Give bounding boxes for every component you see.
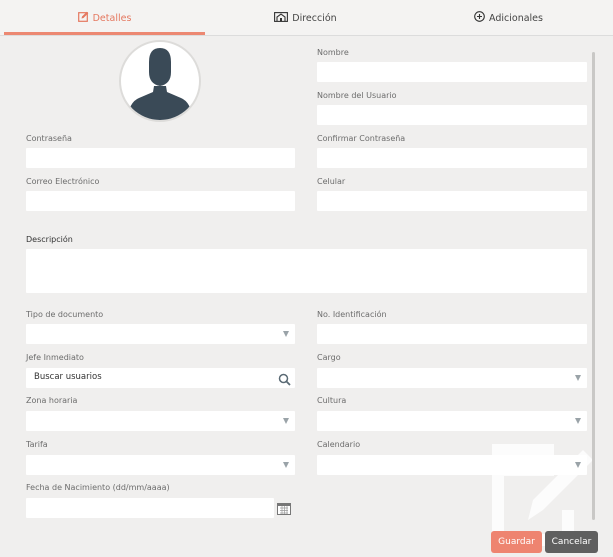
zona-horaria-label: Zona horaria <box>26 396 78 405</box>
descripcion-textarea[interactable] <box>26 249 587 293</box>
chevron-down-icon <box>575 462 581 468</box>
correo-label: Correo Electrónico <box>26 177 100 186</box>
confirmar-contrasena-input[interactable] <box>317 148 587 168</box>
tipo-documento-select[interactable] <box>26 324 295 344</box>
no-identificacion-input[interactable] <box>317 324 587 344</box>
contrasena-label: Contraseña <box>26 134 72 143</box>
tipo-documento-label: Tipo de documento <box>26 310 104 319</box>
descripcion-label: Descripción <box>26 235 73 244</box>
tab-detalles-label: Detalles <box>92 12 132 24</box>
edit-icon <box>77 11 89 25</box>
tarifa-label: Tarifa <box>26 440 48 449</box>
avatar[interactable] <box>119 40 201 122</box>
cultura-select[interactable] <box>317 411 587 431</box>
chevron-down-icon <box>283 418 289 424</box>
calendario-label: Calendario <box>317 440 361 449</box>
no-identificacion-label: No. Identificación <box>317 310 387 319</box>
plus-circle-icon <box>474 11 485 25</box>
zona-horaria-select[interactable] <box>26 411 295 431</box>
chevron-down-icon <box>283 462 289 468</box>
nombre-usuario-input[interactable] <box>317 105 587 125</box>
cargo-select[interactable] <box>317 368 587 388</box>
tab-adicionales[interactable]: Adicionales <box>406 0 611 36</box>
celular-input[interactable] <box>317 191 587 211</box>
nombre-input[interactable] <box>317 62 587 82</box>
chevron-down-icon <box>283 331 289 337</box>
cargo-label: Cargo <box>317 353 341 362</box>
active-tab-indicator <box>4 32 205 35</box>
calendar-icon[interactable] <box>277 500 291 519</box>
tab-bar: Detalles Dirección Adicionales <box>0 0 613 36</box>
jefe-search-placeholder: Buscar usuarios <box>34 372 102 382</box>
correo-input[interactable] <box>26 191 295 211</box>
guardar-button[interactable]: Guardar <box>491 531 542 553</box>
cancelar-button[interactable]: Cancelar <box>545 531 598 553</box>
chevron-down-icon <box>575 375 581 381</box>
contrasena-input[interactable] <box>26 148 295 168</box>
user-silhouette-icon <box>127 48 193 120</box>
tab-direccion[interactable]: Dirección <box>205 0 406 36</box>
home-icon <box>274 11 289 25</box>
scrollbar[interactable] <box>592 52 595 520</box>
tab-adicionales-label: Adicionales <box>489 12 543 24</box>
tab-detalles[interactable]: Detalles <box>4 0 205 36</box>
jefe-inmediato-label: Jefe Inmediato <box>26 353 84 362</box>
jefe-inmediato-search[interactable]: Buscar usuarios <box>26 368 295 388</box>
search-icon[interactable] <box>278 371 291 390</box>
nombre-label: Nombre <box>317 48 349 57</box>
confirmar-contrasena-label: Confirmar Contraseña <box>317 134 406 143</box>
celular-label: Celular <box>317 177 346 186</box>
chevron-down-icon <box>575 418 581 424</box>
fecha-nacimiento-input[interactable] <box>26 498 274 518</box>
tab-direccion-label: Dirección <box>292 12 337 24</box>
nombre-usuario-label: Nombre del Usuario <box>317 91 397 100</box>
tarifa-select[interactable] <box>26 455 295 475</box>
fecha-nacimiento-label: Fecha de Nacimiento (dd/mm/aaaa) <box>26 483 170 492</box>
cultura-label: Cultura <box>317 396 347 405</box>
calendario-select[interactable] <box>317 455 587 475</box>
